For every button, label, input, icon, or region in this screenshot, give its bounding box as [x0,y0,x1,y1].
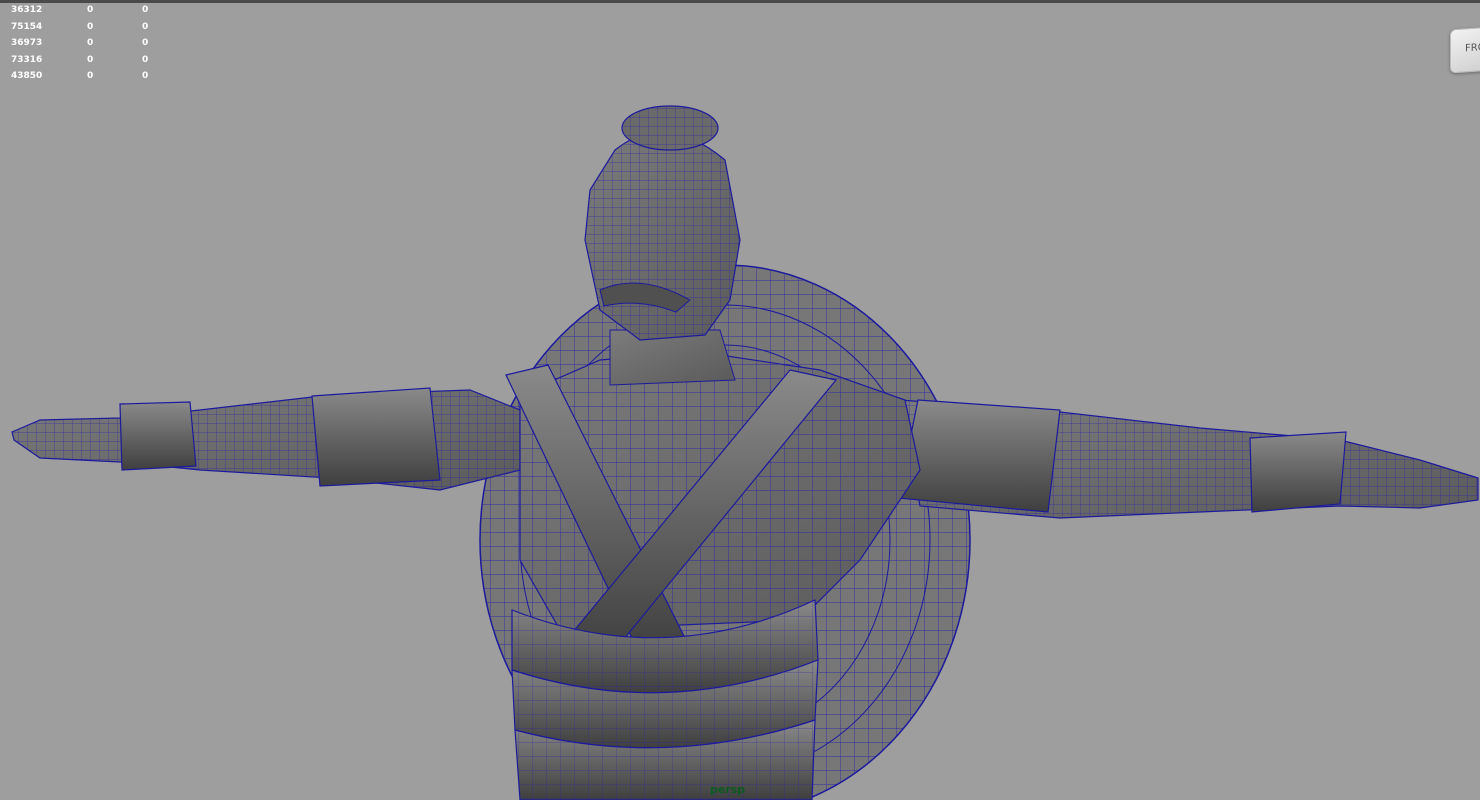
hud-row: 36973 0 0 [11,35,148,52]
hud-row: 36312 0 0 [11,2,148,19]
hud-row: 75154 0 0 [11,19,148,36]
hud-value: 0 [142,71,149,82]
hud-value: 0 [142,5,149,15]
hud-value: 0 [87,21,94,32]
hud-value: 73316 [11,54,43,65]
hud-value: 75154 [11,21,43,32]
3d-viewport[interactable]: 36312 0 0 75154 0 0 36973 0 0 73316 0 0 … [0,0,1480,800]
hud-value: 36973 [11,38,43,49]
hud-value: 0 [142,54,149,65]
hud-row: 73316 0 0 [11,52,148,69]
hud-value: 0 [142,21,149,32]
hud-value: 0 [87,54,94,65]
hud-value: 0 [87,71,94,82]
hud-value: 0 [87,38,94,49]
hud-value: 0 [87,5,94,15]
hud-value: 36312 [11,5,43,15]
hud-row: 43850 0 0 [11,68,148,85]
left-arm [11,387,521,491]
hud-value: 43850 [11,71,43,82]
right-arm [897,399,1479,519]
hud-value: 0 [142,38,149,49]
view-cube[interactable]: FRO [1450,26,1480,74]
view-cube-face-label: FRO [1465,41,1480,55]
camera-name-label: persp [710,783,746,796]
character-mesh[interactable] [0,0,1480,800]
heads-up-display-stats: 36312 0 0 75154 0 0 36973 0 0 73316 0 0 … [11,2,148,85]
